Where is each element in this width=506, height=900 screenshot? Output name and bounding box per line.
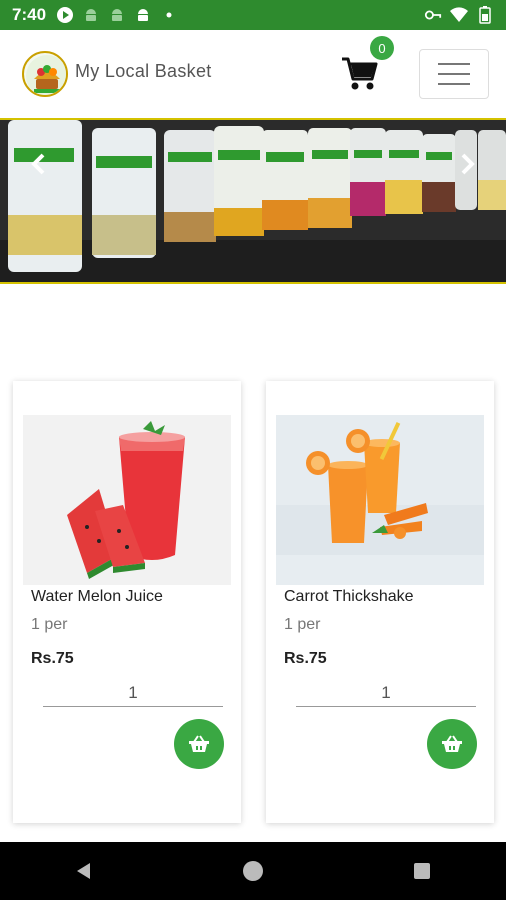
back-icon[interactable]	[64, 851, 104, 891]
quantity-input[interactable]	[43, 679, 223, 707]
product-name[interactable]: Carrot Thickshake	[284, 588, 414, 606]
system-nav-bar	[0, 842, 506, 900]
product-card[interactable]: Carrot Thickshake 1 per Rs.75	[266, 381, 494, 823]
product-price: Rs.75	[31, 650, 74, 667]
key-icon	[424, 6, 442, 24]
add-to-basket-button[interactable]	[174, 719, 224, 769]
app-header: My Local Basket 0	[0, 30, 506, 118]
battery-icon	[476, 6, 494, 24]
brand-name[interactable]: My Local Basket	[75, 61, 212, 82]
android-icon	[108, 6, 126, 24]
product-card[interactable]: Water Melon Juice 1 per Rs.75	[13, 381, 241, 823]
wifi-icon	[450, 6, 468, 24]
recents-icon[interactable]	[402, 851, 442, 891]
dot-icon	[160, 6, 178, 24]
basket-icon	[442, 735, 462, 752]
product-unit: 1 per	[284, 616, 321, 633]
cart-count-badge: 0	[370, 36, 394, 60]
carrot-thickshake-image[interactable]	[276, 415, 484, 585]
add-to-basket-button[interactable]	[427, 719, 477, 769]
home-icon[interactable]	[233, 851, 273, 891]
android-icon	[82, 6, 100, 24]
cart-icon[interactable]	[340, 53, 380, 93]
banner-carousel[interactable]	[0, 118, 506, 284]
product-unit: 1 per	[31, 616, 68, 633]
my-local-basket-logo[interactable]	[22, 51, 68, 97]
basket-icon	[189, 735, 209, 752]
watermelon-juice-image[interactable]	[23, 415, 231, 585]
play-icon	[56, 6, 74, 24]
quantity-input[interactable]	[296, 679, 476, 707]
chevron-right-icon[interactable]	[454, 150, 482, 178]
product-price: Rs.75	[284, 650, 327, 667]
banner-image	[0, 120, 506, 282]
android-icon	[134, 6, 152, 24]
chevron-left-icon[interactable]	[24, 150, 52, 178]
status-time: 7:40	[12, 5, 47, 24]
status-bar: 7:40	[0, 0, 506, 30]
hamburger-menu-icon	[438, 63, 470, 65]
product-name[interactable]: Water Melon Juice	[31, 588, 163, 606]
hamburger-menu-button[interactable]	[419, 49, 489, 99]
